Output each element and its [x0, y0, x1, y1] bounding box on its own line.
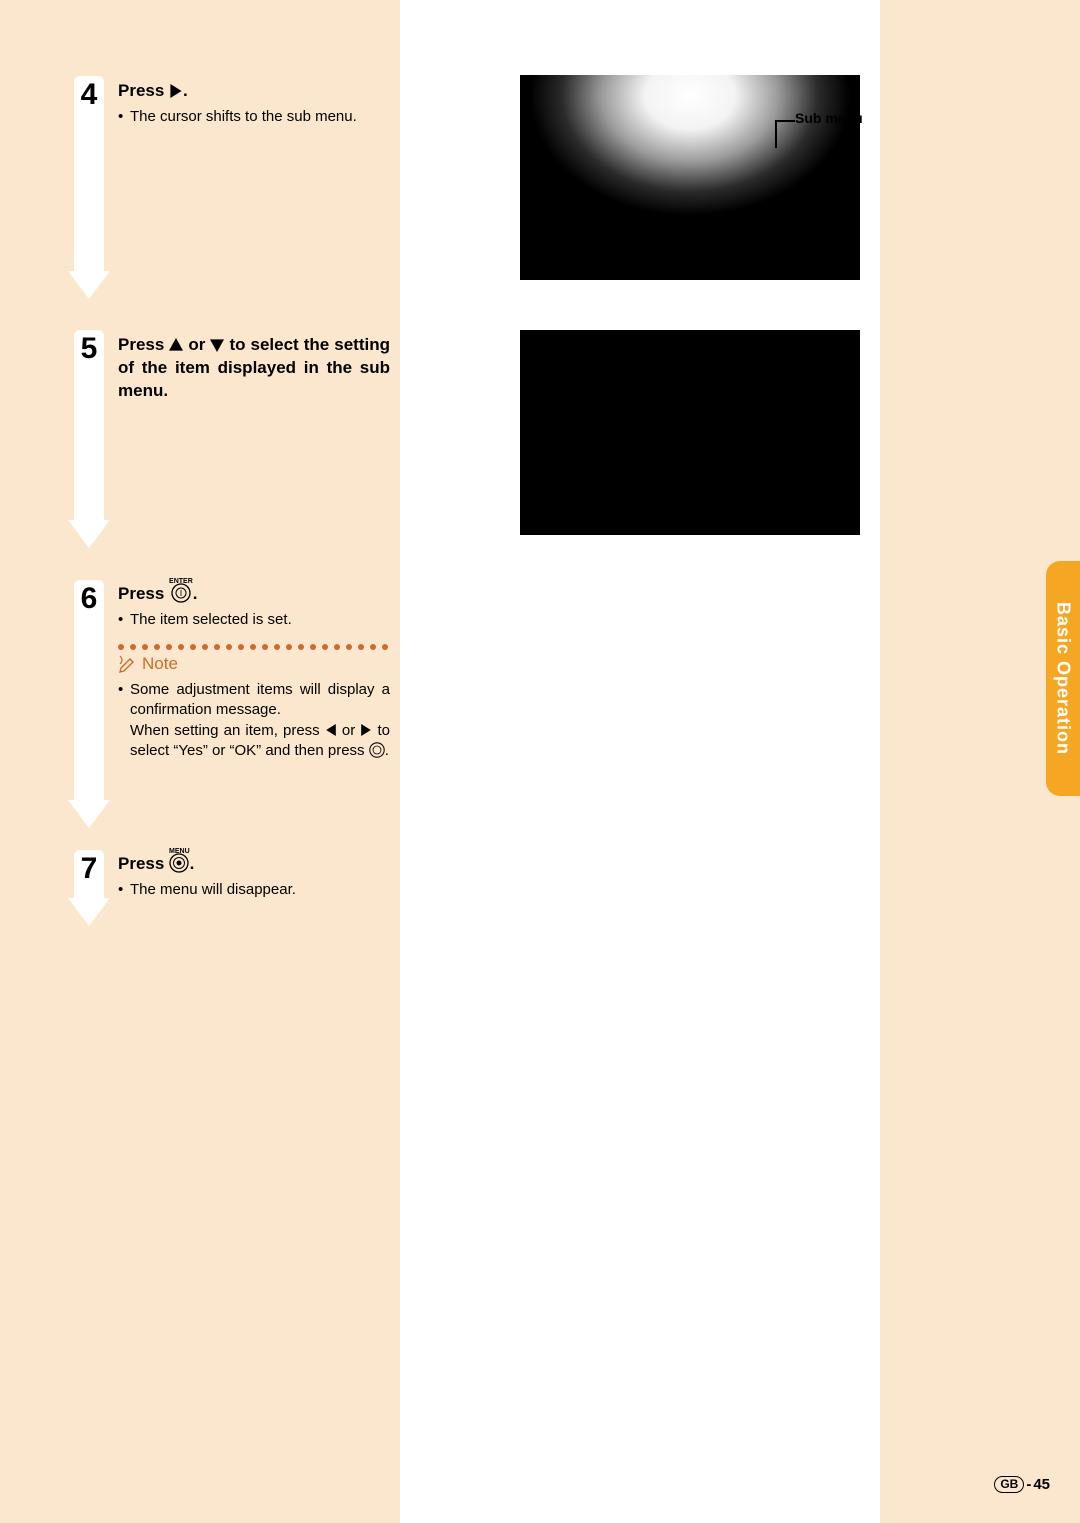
step-number: 4: [74, 78, 104, 112]
note-icon: [118, 654, 138, 674]
note-body: Some adjustment items will display a con…: [118, 680, 390, 761]
screenshot-black: [520, 330, 860, 535]
submenu-callout-label: Sub menu: [795, 110, 863, 126]
callout-line: [775, 120, 795, 122]
step-arrow-head: [68, 520, 110, 548]
step-6-title: Press ENTER.: [118, 578, 390, 606]
down-triangle-icon: [210, 338, 224, 352]
note-divider: [118, 644, 390, 650]
left-triangle-icon: [325, 724, 337, 736]
note-label-text: Note: [142, 654, 178, 674]
callout-line: [775, 120, 777, 148]
enter-button-icon: [171, 583, 191, 603]
right-triangle-icon: [360, 724, 372, 736]
step-number: 7: [74, 852, 104, 886]
step-arrow-head: [68, 800, 110, 828]
step-arrow-head: [68, 271, 110, 299]
screenshot-submenu: [520, 75, 860, 280]
right-triangle-icon: [169, 84, 183, 98]
step-number: 6: [74, 582, 104, 616]
section-tab: Basic Operation: [1046, 561, 1080, 796]
step-4-title: Press .: [118, 80, 390, 103]
step-4-text: Press . The cursor shifts to the sub men…: [118, 80, 390, 127]
region-badge: GB: [994, 1476, 1024, 1493]
step-5-text: Press or to select the set­ting of the i…: [118, 334, 390, 403]
step-number: 5: [74, 332, 104, 366]
page-number: GB-45: [994, 1476, 1050, 1493]
step-5-title: Press or to select the set­ting of the i…: [118, 334, 390, 403]
step-6-text: Press ENTER. The item selected is set. N…: [118, 578, 390, 761]
step-7-text: Press MENU. The menu will disappear.: [118, 848, 390, 900]
step-7-bullet: The menu will disappear.: [118, 880, 390, 900]
section-tab-label: Basic Operation: [1053, 602, 1074, 755]
menu-button-icon: [169, 853, 189, 873]
step-6-bullet: The item selected is set.: [118, 610, 390, 630]
note-heading: Note: [118, 654, 390, 674]
up-triangle-icon: [169, 338, 183, 352]
enter-button-icon: [369, 742, 385, 758]
step-arrow-head: [68, 898, 110, 926]
step-7-title: Press MENU.: [118, 848, 390, 876]
step-4-bullet: The cursor shifts to the sub menu.: [118, 107, 390, 127]
